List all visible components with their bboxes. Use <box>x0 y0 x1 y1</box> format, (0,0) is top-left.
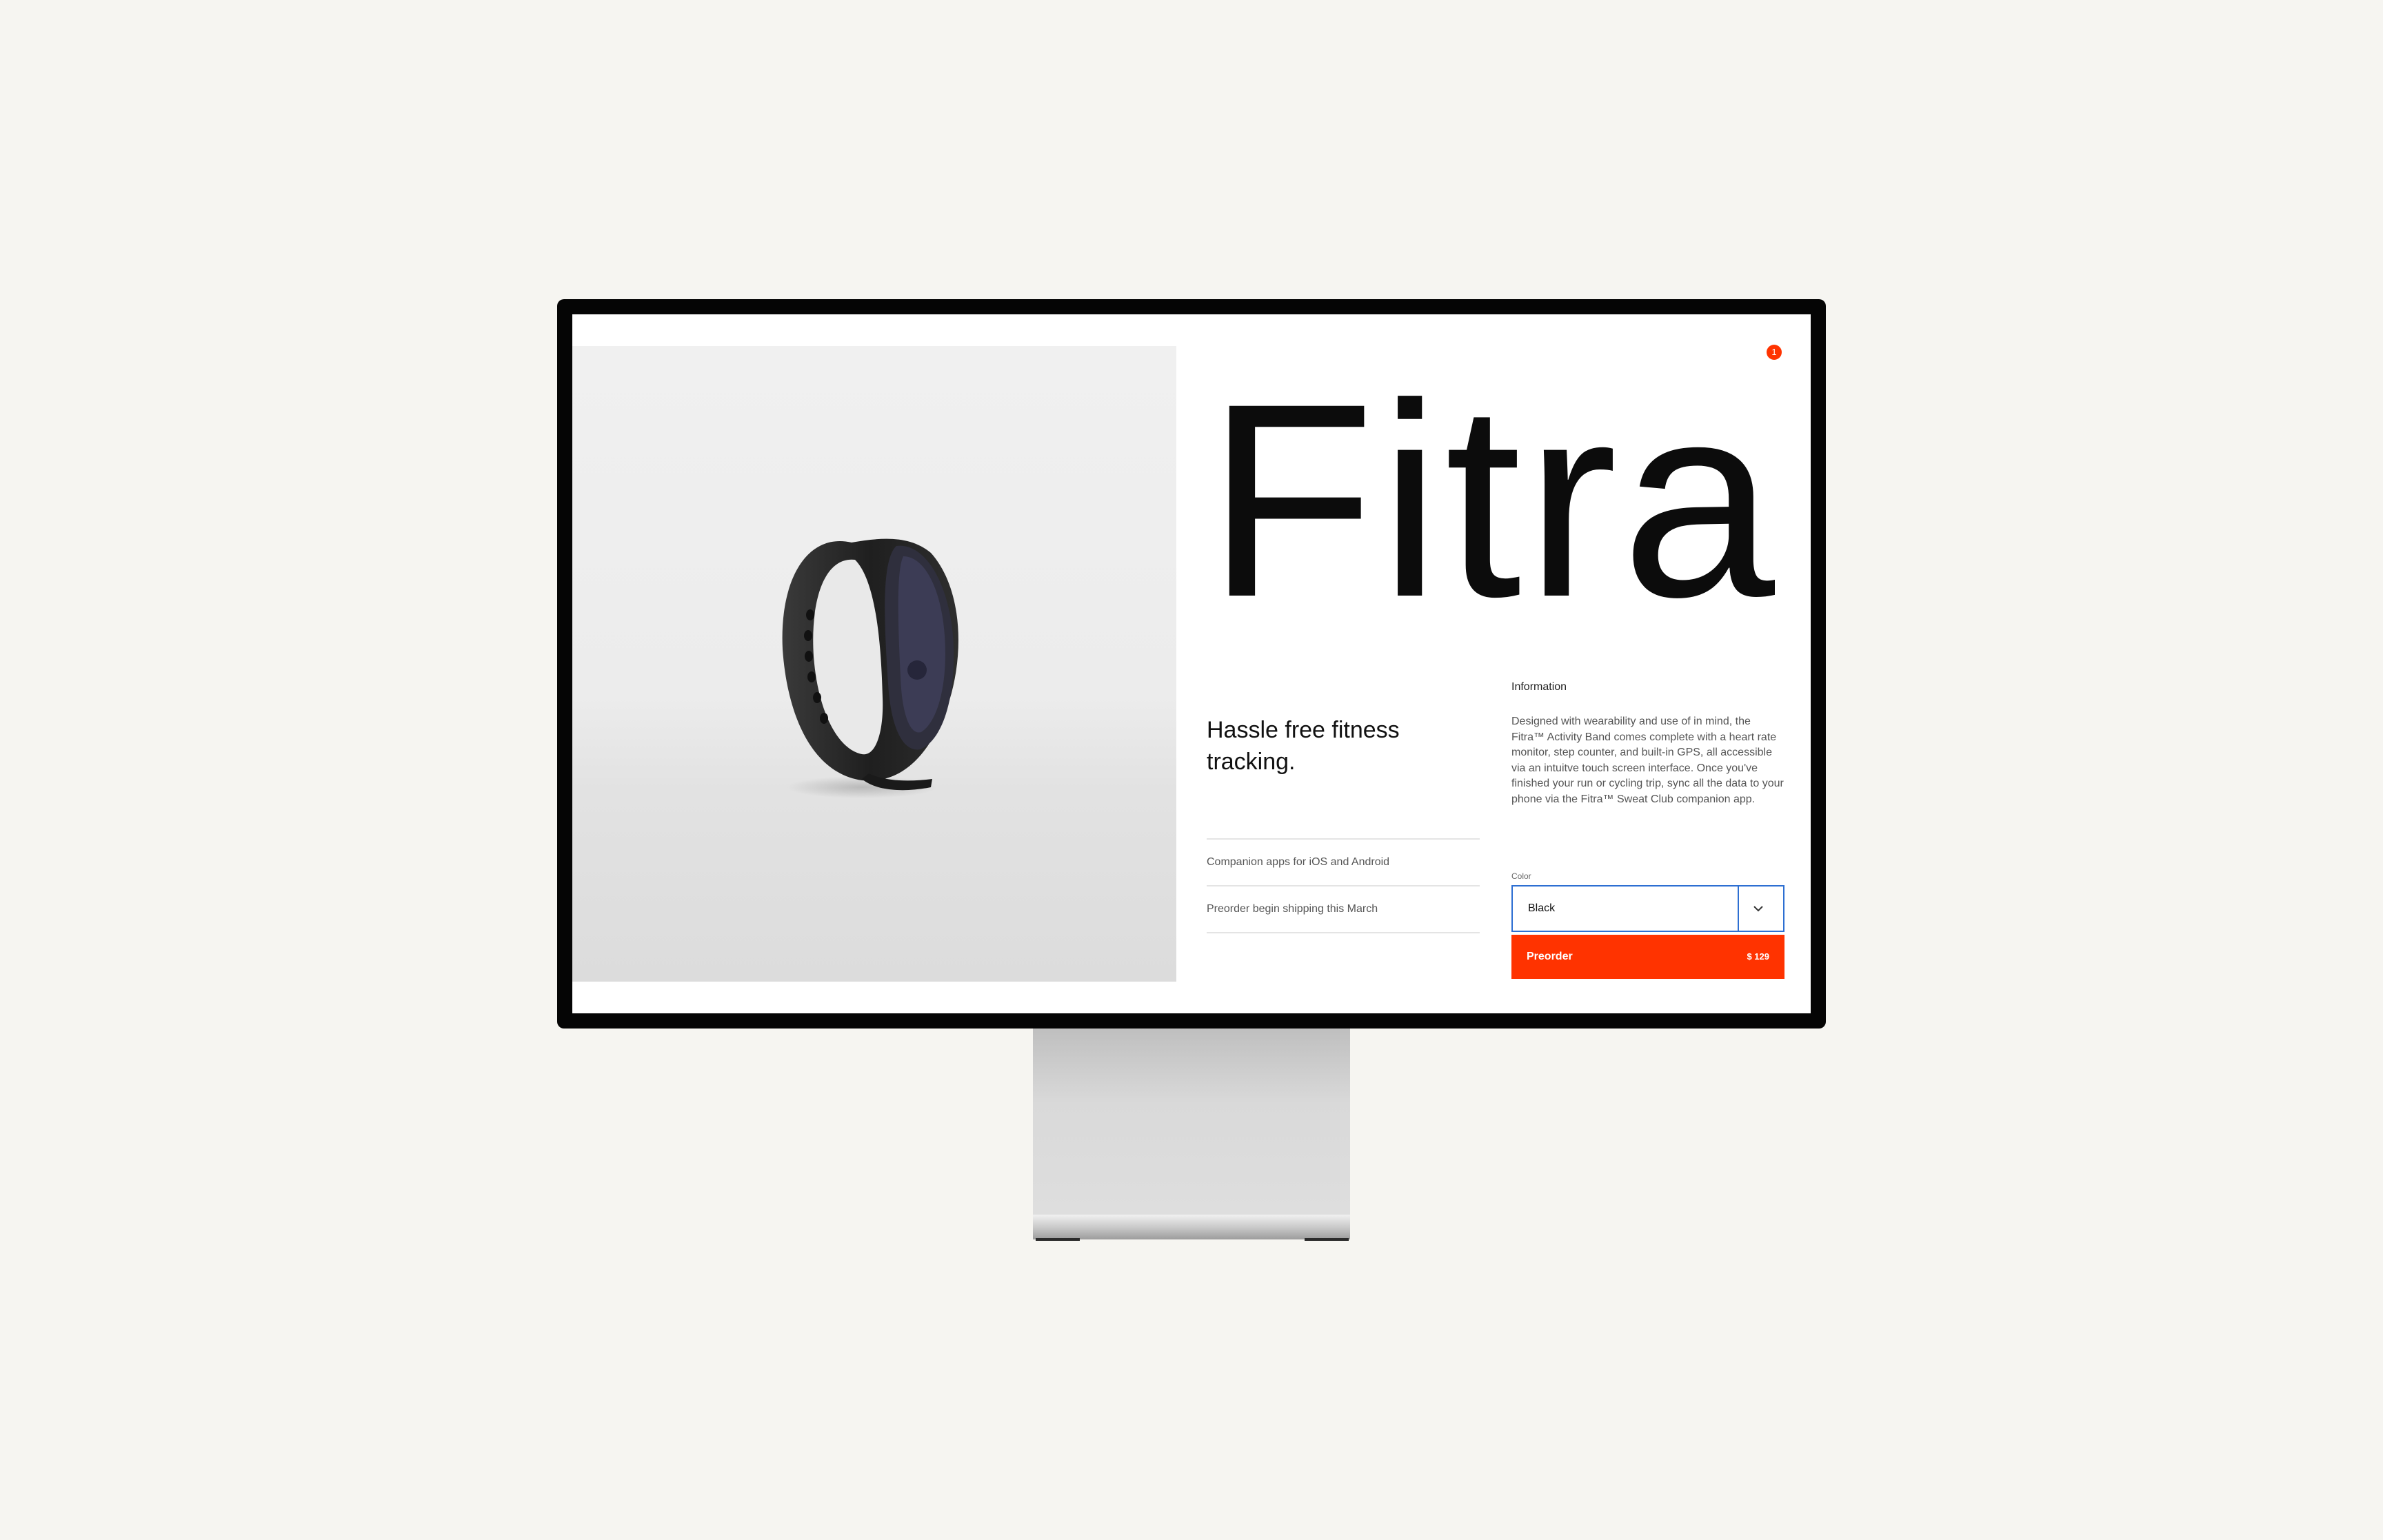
select-divider <box>1738 886 1739 931</box>
preorder-label: Preorder <box>1527 951 1573 962</box>
info-heading: Information <box>1511 681 1567 693</box>
stand-foot-left <box>1036 1238 1080 1241</box>
monitor-stand-base <box>1033 1215 1350 1239</box>
info-description: Designed with wearability and use of in … <box>1511 716 1784 805</box>
stand-foot-right <box>1305 1238 1349 1241</box>
preorder-price: $ 129 <box>1747 951 1769 962</box>
monitor-stand <box>1033 1029 1350 1215</box>
list-item: Preorder begin shipping this March <box>1207 886 1480 933</box>
page-title: Fitra <box>1207 346 1779 654</box>
color-label: Color <box>1511 871 1531 881</box>
color-select[interactable]: Black <box>1511 885 1784 932</box>
list-item: Companion apps for iOS and Android <box>1207 840 1480 886</box>
screen: 1 Fitra Hassle free fitness tracking. Co… <box>572 314 1811 1013</box>
chevron-down-icon[interactable] <box>1747 898 1769 920</box>
fitness-band-image <box>782 538 958 798</box>
product-image-panel <box>572 346 1176 982</box>
feature-list: Companion apps for iOS and Android Preor… <box>1207 838 1480 933</box>
product-tagline: Hassle free fitness tracking. <box>1207 717 1400 775</box>
preorder-button[interactable]: Preorder $ 129 <box>1511 935 1784 979</box>
color-select-value: Black <box>1528 902 1556 914</box>
